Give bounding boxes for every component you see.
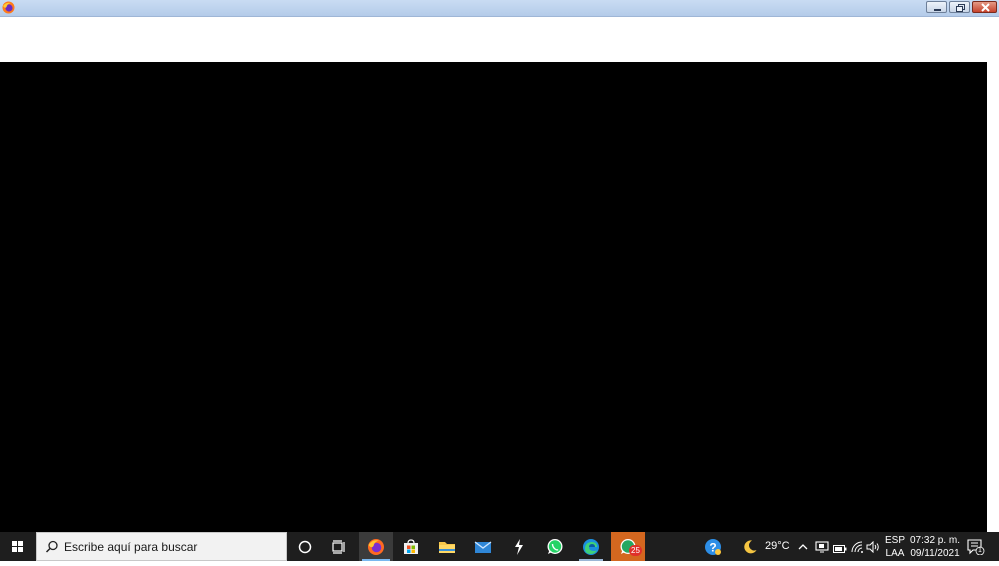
battery-tray-button[interactable] bbox=[833, 541, 847, 559]
clock-date: 09/11/2021 bbox=[910, 548, 960, 559]
weather-temperature[interactable]: 29°C bbox=[765, 540, 790, 552]
wifi-icon bbox=[851, 540, 865, 557]
minimize-button[interactable] bbox=[926, 1, 947, 13]
file-explorer-button[interactable] bbox=[430, 532, 464, 561]
restore-button[interactable] bbox=[949, 1, 970, 13]
mail-button[interactable] bbox=[466, 532, 500, 561]
store-button[interactable] bbox=[394, 532, 428, 561]
clock[interactable]: 07:32 p. m. 09/11/2021 bbox=[908, 534, 962, 560]
help-icon: ? bbox=[704, 539, 722, 560]
chevron-up-icon bbox=[797, 540, 809, 557]
lightning-app-button[interactable] bbox=[502, 532, 536, 561]
task-view-button[interactable] bbox=[322, 532, 356, 561]
edge-button[interactable] bbox=[574, 532, 608, 561]
search-box[interactable] bbox=[36, 532, 287, 561]
clock-time: 07:32 p. m. bbox=[909, 535, 961, 546]
weather-widget[interactable] bbox=[742, 539, 758, 560]
black-content-area bbox=[0, 62, 987, 532]
device-tray-button[interactable] bbox=[815, 540, 829, 558]
input-language-button[interactable]: ESP LAA bbox=[884, 534, 906, 560]
whatsapp-business-button[interactable]: 25 bbox=[611, 532, 645, 561]
firefox-taskbar-button[interactable] bbox=[359, 532, 393, 561]
start-button[interactable] bbox=[0, 532, 36, 561]
cortana-button[interactable] bbox=[288, 532, 322, 561]
show-hidden-icons-button[interactable] bbox=[797, 540, 809, 558]
moon-icon bbox=[742, 540, 758, 559]
whatsapp-button[interactable] bbox=[538, 532, 572, 561]
monitor-icon bbox=[815, 540, 829, 557]
action-center-button[interactable]: 1 bbox=[967, 539, 985, 560]
search-input[interactable] bbox=[64, 538, 279, 556]
firefox-icon bbox=[2, 1, 15, 14]
window-titlebar[interactable] bbox=[0, 0, 999, 17]
close-button[interactable] bbox=[972, 1, 997, 13]
keyboard-layout: LAA bbox=[885, 548, 905, 559]
volume-icon bbox=[866, 540, 880, 557]
search-icon bbox=[45, 540, 59, 559]
notification-badge: 25 bbox=[629, 545, 642, 556]
network-tray-button[interactable] bbox=[851, 540, 865, 558]
taskbar: 25 ? 29°C bbox=[0, 532, 999, 561]
help-tray-button[interactable]: ? bbox=[704, 538, 722, 561]
volume-tray-button[interactable] bbox=[866, 540, 880, 558]
battery-icon bbox=[833, 541, 847, 558]
windows-icon bbox=[0, 541, 36, 565]
language-code: ESP bbox=[884, 535, 905, 546]
notification-count: 1 bbox=[978, 547, 982, 554]
